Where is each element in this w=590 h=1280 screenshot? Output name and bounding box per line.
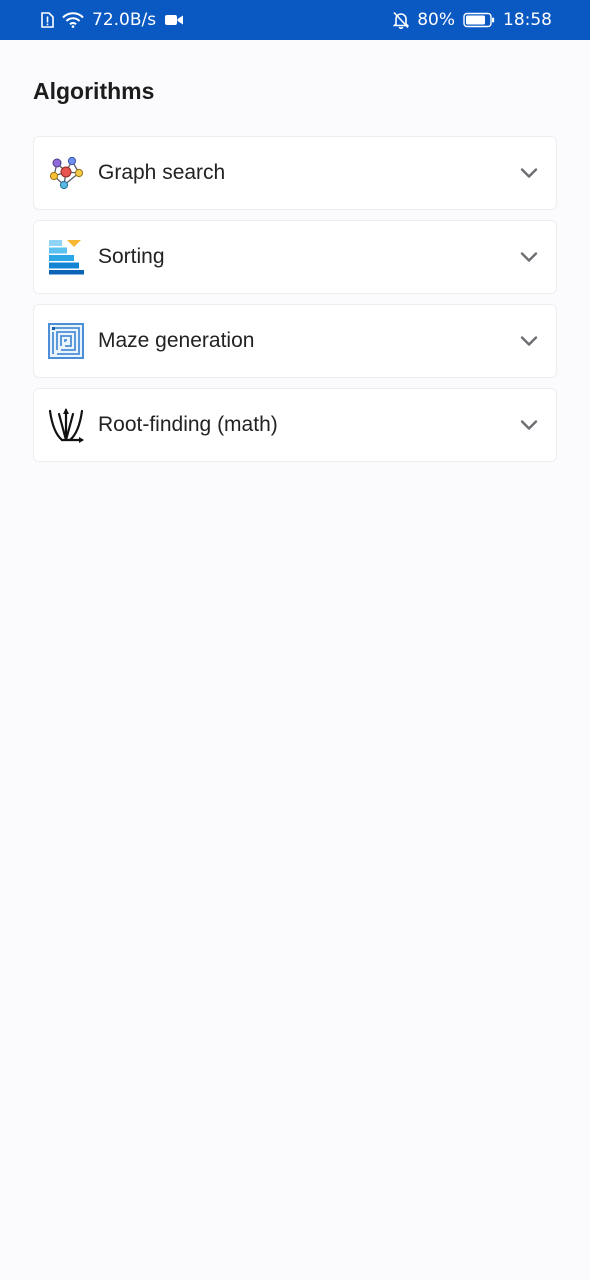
algorithm-card-graph-search[interactable]: Graph search: [33, 136, 557, 210]
chevron-down-icon[interactable]: [518, 162, 540, 184]
algorithm-card-sorting[interactable]: Sorting: [33, 220, 557, 294]
algorithm-card-label: Sorting: [98, 245, 165, 268]
sorting-bars-icon: [47, 238, 85, 276]
algorithm-card-root-finding[interactable]: Root-finding (math): [33, 388, 557, 462]
bell-off-icon: [393, 11, 410, 29]
algorithm-list: Graph search Sorting Maze generation Roo…: [33, 136, 557, 462]
graph-network-icon: [47, 154, 85, 192]
video-camera-icon: [164, 13, 184, 27]
page-title: Algorithms: [33, 78, 155, 104]
battery-icon: [463, 12, 495, 28]
status-bar-right: 80% 18:58: [393, 10, 552, 30]
status-bar: 72.0B/s 80% 18:58: [0, 0, 590, 40]
clock: 18:58: [503, 10, 552, 30]
wifi-icon: [62, 12, 84, 28]
main-content: Algorithms Graph search Sorting Maze gen…: [33, 40, 557, 462]
network-speed: 72.0B/s: [92, 10, 157, 30]
algorithm-card-label: Maze generation: [98, 329, 255, 352]
algorithm-card-label: Graph search: [98, 161, 226, 184]
chevron-down-icon[interactable]: [518, 246, 540, 268]
maze-icon: [47, 322, 85, 360]
battery-percent: 80%: [417, 10, 455, 30]
sim-alert-icon: [40, 12, 54, 28]
status-bar-left: 72.0B/s: [40, 10, 184, 30]
chevron-down-icon[interactable]: [518, 330, 540, 352]
algorithm-card-label: Root-finding (math): [98, 413, 278, 436]
root-finding-icon: [47, 406, 85, 444]
chevron-down-icon[interactable]: [518, 414, 540, 436]
algorithm-card-maze-generation[interactable]: Maze generation: [33, 304, 557, 378]
